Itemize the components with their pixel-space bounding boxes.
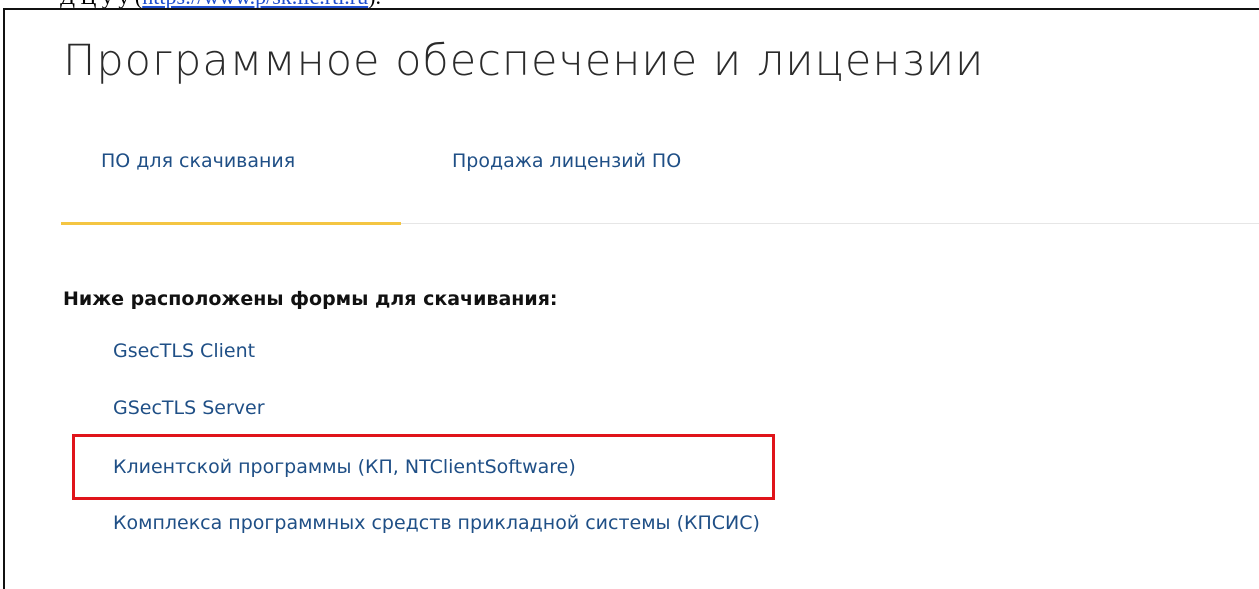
tabs-divider <box>401 223 1259 224</box>
document-text-line: Д Ц у у (https://www.p/sk.lic.rtl.ru). <box>60 0 1200 8</box>
active-tab-indicator <box>61 222 401 225</box>
document-text-suffix: ). <box>368 0 381 8</box>
screenshot-frame: Программное обеспечение и лицензии ПО дл… <box>3 8 1259 589</box>
highlight-box <box>72 434 775 500</box>
document-text-prefix: Д Ц у у ( <box>60 0 142 8</box>
tab-license-sales[interactable]: Продажа лицензий ПО <box>452 150 681 172</box>
download-link-gsectls-client[interactable]: GsecTLS Client <box>113 340 255 362</box>
tab-software-download[interactable]: ПО для скачивания <box>101 150 295 172</box>
page-title: Программное обеспечение и лицензии <box>63 36 985 86</box>
document-link[interactable]: https://www.p/sk.lic.rtl.ru <box>142 0 368 8</box>
downloads-heading: Ниже расположены формы для скачивания: <box>63 288 558 310</box>
download-link-gsectls-server[interactable]: GSecTLS Server <box>113 397 265 419</box>
tab-bar: ПО для скачивания Продажа лицензий ПО <box>5 150 1259 232</box>
download-link-kpsis[interactable]: Комплекса программных средств прикладной… <box>113 512 760 534</box>
